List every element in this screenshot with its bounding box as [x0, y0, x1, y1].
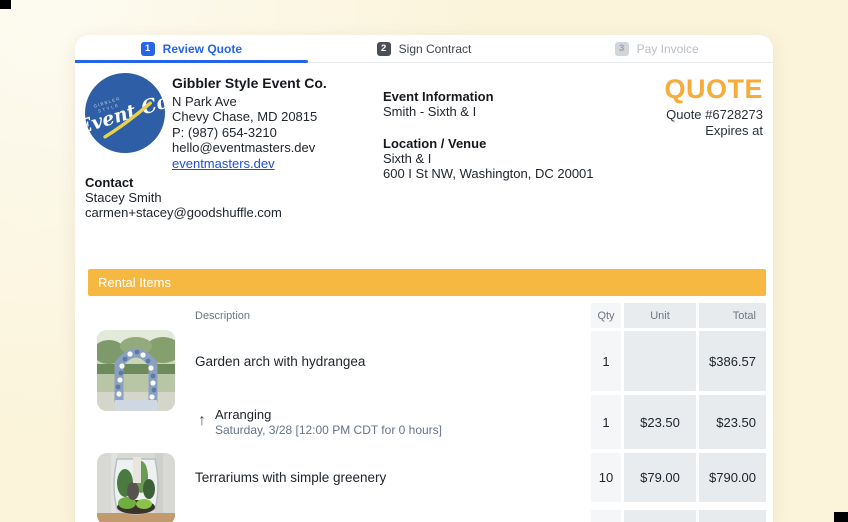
terrarium-photo [97, 453, 175, 522]
tab-sign-contract[interactable]: 2 Sign Contract [308, 35, 541, 62]
checkout-steps-bar: 1 Review Quote 2 Sign Contract 3 Pay Inv… [75, 35, 773, 63]
event-info-block: Event Information Smith - Sixth & I Loca… [383, 89, 594, 181]
item-unit-price: $79.00 [640, 470, 680, 485]
company-info-block: Gibbler Style Event Co. N Park Ave Chevy… [172, 76, 327, 172]
company-phone: P: (987) 654-3210 [172, 125, 327, 141]
venue-name: Sixth & I [383, 151, 594, 166]
company-website-link[interactable]: eventmasters.dev [172, 156, 327, 172]
event-name: Smith - Sixth & I [383, 104, 594, 119]
service-schedule: Saturday, 3/28 [12:00 PM CDT for 0 hours… [215, 423, 442, 438]
col-total: Total [733, 310, 756, 322]
quote-header-block: QUOTE Quote #6728273 Expires at [664, 75, 763, 139]
table-header-row: Description Qty Unit Total [88, 303, 766, 328]
step-3-badge: 3 [615, 42, 629, 56]
contact-name: Stacey Smith [85, 190, 282, 205]
tab-sign-contract-label: Sign Contract [399, 42, 472, 56]
company-name: Gibbler Style Event Co. [172, 76, 327, 92]
company-address-line2: Chevy Chase, MD 20815 [172, 109, 327, 125]
quote-number: Quote #6728273 [664, 107, 763, 123]
item-total-price: $23.50 [716, 415, 756, 430]
quote-title: QUOTE [664, 75, 763, 103]
contact-email: carmen+stacey@goodshuffle.com [85, 205, 282, 220]
screen-corner-artifact-bottom-right [834, 512, 848, 522]
active-tab-underline [75, 60, 308, 63]
rental-items-table: Description Qty Unit Total Garden arch w… [88, 303, 766, 522]
event-info-heading: Event Information [383, 89, 594, 104]
contact-heading: Contact [85, 175, 282, 190]
event-co-logo-icon: GIBBLER STYLE Event Co. [85, 73, 165, 153]
tab-pay-invoice-label: Pay Invoice [637, 42, 699, 56]
col-description: Description [195, 310, 250, 322]
venue-address: 600 I St NW, Washington, DC 20001 [383, 166, 594, 181]
table-row: Terrariums with simple greenery 10 $79.0… [88, 453, 766, 502]
table-row: ↑ Arranging Saturday, 3/28 [12:00 PM CDT… [88, 395, 766, 449]
tab-review-quote[interactable]: 1 Review Quote [75, 35, 308, 62]
garden-arch-photo [97, 330, 175, 411]
company-email: hello@eventmasters.dev [172, 140, 327, 156]
item-total-price: $386.57 [709, 354, 756, 369]
company-logo: GIBBLER STYLE Event Co. [85, 73, 165, 153]
table-row-partial [88, 510, 766, 522]
item-qty: 1 [602, 354, 609, 369]
rental-items-section-header: Rental Items [88, 269, 766, 296]
step-2-badge: 2 [377, 42, 391, 56]
item-description: Garden arch with hydrangea [195, 354, 365, 369]
col-qty: Qty [597, 310, 614, 322]
contact-block: Contact Stacey Smith carmen+stacey@goods… [85, 175, 282, 221]
tab-pay-invoice[interactable]: 3 Pay Invoice [540, 35, 773, 62]
service-description: Arranging [215, 407, 442, 423]
item-description: Terrariums with simple greenery [195, 470, 386, 485]
step-1-badge: 1 [141, 42, 155, 56]
quote-expires: Expires at [664, 123, 763, 139]
tab-review-quote-label: Review Quote [163, 42, 242, 56]
screen-corner-artifact-top-left [0, 0, 11, 9]
quote-document-card: 1 Review Quote 2 Sign Contract 3 Pay Inv… [75, 35, 773, 522]
arrow-up-icon: ↑ [198, 413, 206, 429]
table-row: Garden arch with hydrangea 1 $386.57 [88, 331, 766, 391]
item-unit-price: $23.50 [640, 415, 680, 430]
company-address-line1: N Park Ave [172, 94, 327, 110]
venue-heading: Location / Venue [383, 136, 594, 151]
item-qty: 10 [599, 470, 613, 485]
col-unit: Unit [650, 310, 670, 322]
item-qty: 1 [602, 415, 609, 430]
rental-items-title: Rental Items [98, 275, 171, 290]
item-total-price: $790.00 [709, 470, 756, 485]
